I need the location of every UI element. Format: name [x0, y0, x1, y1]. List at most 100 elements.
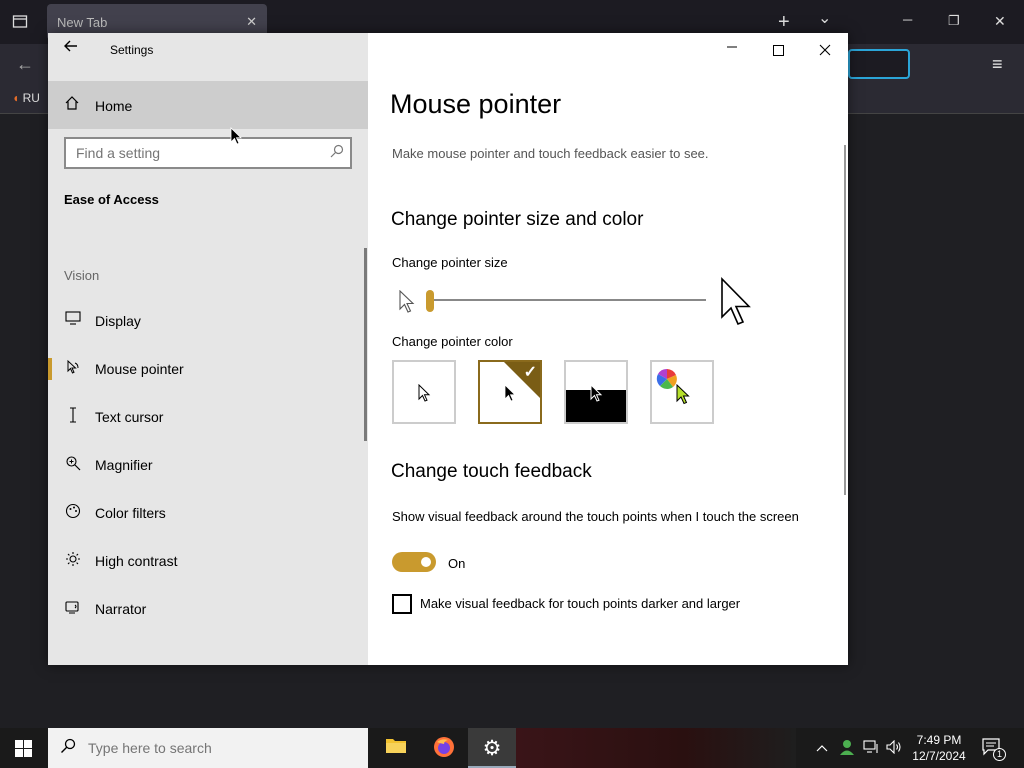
sidebar-item-mouse-pointer[interactable]: Mouse pointer [48, 346, 366, 392]
find-setting-box[interactable] [64, 137, 352, 169]
taskbar-background-art [516, 728, 796, 768]
touch-feedback-toggle[interactable] [392, 552, 436, 572]
browser-minimize-button[interactable]: ─ [903, 12, 912, 27]
sidebar-item-color-filters[interactable]: Color filters [48, 490, 366, 536]
content-scrollbar[interactable] [844, 145, 846, 495]
firefox-button[interactable] [420, 728, 468, 768]
search-icon [60, 738, 76, 759]
text-cursor-icon [64, 407, 82, 426]
browser-tab-title: New Tab [57, 15, 108, 30]
magnifier-icon [64, 455, 82, 474]
file-explorer-button[interactable] [372, 728, 420, 768]
windows-logo-icon [15, 740, 32, 757]
new-tab-button[interactable]: + [778, 11, 790, 34]
mouse-cursor-icon [230, 127, 242, 145]
bookmark-label: RU [22, 91, 40, 105]
start-button[interactable] [0, 728, 48, 768]
sidebar-item-label: High contrast [95, 553, 178, 569]
toggle-state-label: On [448, 556, 466, 571]
sidebar-item-display[interactable]: Display [48, 298, 366, 344]
clock-time: 7:49 PM [916, 733, 962, 747]
find-setting-input[interactable] [66, 139, 316, 167]
darker-feedback-checkbox[interactable] [392, 594, 412, 614]
sidebar-item-label: Magnifier [95, 457, 153, 473]
window-title: Settings [110, 43, 154, 57]
page-description: Make mouse pointer and touch feedback ea… [392, 146, 709, 161]
high-contrast-icon [64, 551, 82, 570]
inverted-pointer-icon [590, 384, 603, 402]
close-button[interactable] [819, 43, 831, 59]
notification-count-badge: 1 [993, 748, 1006, 761]
search-icon[interactable] [330, 144, 344, 161]
sidebar-item-label: Text cursor [95, 409, 164, 425]
narrator-icon [64, 599, 82, 618]
check-icon: ✓ [523, 364, 537, 381]
browser-close-button[interactable]: ✕ [994, 13, 1006, 30]
darker-feedback-label: Make visual feedback for touch points da… [420, 596, 741, 611]
settings-taskbar-button[interactable]: ⚙ [468, 728, 516, 768]
pointer-size-label: Change pointer size [392, 255, 508, 270]
home-label: Home [95, 98, 133, 114]
browser-back-icon[interactable]: ← [16, 54, 34, 75]
bookmark-item[interactable]: ◖ RU [12, 91, 40, 105]
sidebar-item-high-contrast[interactable]: High contrast [48, 538, 366, 584]
maximize-button[interactable] [773, 43, 784, 59]
active-indicator [48, 358, 52, 380]
pointer-color-custom[interactable] [650, 360, 714, 424]
volume-icon[interactable] [886, 739, 902, 757]
sidebar-item-label: Color filters [95, 505, 166, 521]
touch-feedback-label: Show visual feedback around the touch po… [392, 509, 799, 524]
browser-url-field[interactable] [848, 49, 910, 79]
settings-window: Settings Home Ease of Access Vision Disp… [48, 33, 848, 665]
minimize-button[interactable] [726, 37, 738, 53]
title-bar: Settings [48, 33, 368, 65]
firefox-icon [434, 737, 454, 757]
browser-restore-button[interactable]: ❐ [948, 13, 960, 29]
network-icon[interactable] [863, 740, 879, 757]
pointer-size-slider-track[interactable] [430, 299, 706, 301]
pointer-size-slider-thumb[interactable] [426, 290, 434, 312]
clock-date: 12/7/2024 [912, 749, 966, 763]
home-icon [64, 95, 80, 115]
bookmark-favicon: ◖ [12, 91, 20, 105]
taskbar-clock[interactable]: 7:49 PM 12/7/2024 [906, 732, 972, 764]
page-title: Mouse pointer [390, 89, 562, 119]
sidebar-item-narrator[interactable]: Narrator [48, 586, 366, 632]
custom-pointer-icon [676, 384, 690, 405]
taskbar-search-input[interactable] [88, 736, 358, 760]
sidebar-item-magnifier[interactable]: Magnifier [48, 442, 366, 488]
pointer-color-inverted[interactable] [564, 360, 628, 424]
size-color-heading: Change pointer size and color [391, 209, 644, 230]
mouse-pointer-icon [64, 359, 82, 378]
tab-list-icon[interactable]: ⌄ [818, 8, 831, 28]
pointer-color-label: Change pointer color [392, 334, 513, 349]
sidebar-item-label: Display [95, 313, 141, 329]
folder-icon [386, 739, 406, 753]
settings-content: Mouse pointer Make mouse pointer and tou… [368, 33, 848, 665]
back-arrow-icon[interactable] [64, 39, 78, 58]
sidebar-scrollbar[interactable] [364, 248, 367, 441]
tab-manager-icon[interactable] [12, 13, 28, 34]
touch-feedback-heading: Change touch feedback [391, 461, 592, 482]
display-icon [64, 311, 82, 328]
sidebar-item-label: Narrator [95, 601, 147, 617]
color-wheel-icon [656, 368, 677, 389]
pointer-color-black[interactable]: ✓ [478, 360, 542, 424]
taskbar-search[interactable] [48, 728, 368, 768]
people-status-icon[interactable] [838, 738, 856, 759]
section-title: Ease of Access [64, 192, 159, 207]
sidebar-item-home[interactable]: Home [48, 81, 368, 129]
small-pointer-icon [398, 289, 416, 319]
toggle-knob [421, 557, 431, 567]
color-filters-icon [64, 503, 82, 522]
tab-close-icon[interactable]: ✕ [246, 14, 257, 30]
vision-group-label: Vision [64, 268, 100, 283]
sidebar-item-label: Mouse pointer [95, 361, 184, 377]
show-hidden-icons-chevron-icon[interactable] [816, 740, 828, 755]
sidebar-item-text-cursor[interactable]: Text cursor [48, 394, 366, 440]
settings-sidebar: Settings Home Ease of Access Vision Disp… [48, 33, 368, 665]
pointer-color-white[interactable] [392, 360, 456, 424]
browser-menu-icon[interactable]: ≡ [992, 54, 1003, 75]
black-pointer-icon [504, 384, 516, 402]
taskbar: ⚙ 7:49 PM 12/7/2024 1 [0, 728, 1024, 768]
